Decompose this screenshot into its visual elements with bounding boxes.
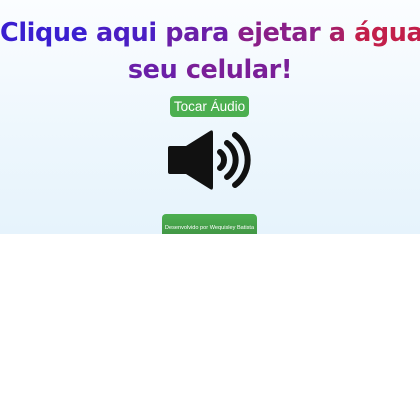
speaker-body [168, 130, 213, 190]
credit-text: Desenvolvido por Wequisley Batista [164, 225, 255, 231]
headline-word: aqui [95, 18, 157, 48]
speaker-volume-icon-graphic [168, 130, 251, 190]
headline-word: celular! [185, 55, 293, 85]
speaker-volume-icon[interactable] [166, 128, 254, 192]
headline-word: a [328, 18, 346, 48]
headline-word: Clique [0, 18, 88, 48]
page-headline: Clique aqui para ejetar a água do seu ce… [0, 15, 420, 89]
headline-word: para [165, 18, 229, 48]
credit-badge: Desenvolvido por Wequisley Batista [162, 214, 257, 234]
headline-word: água [354, 18, 420, 48]
headline-line-2: seu celular! [0, 52, 420, 89]
sound-wave-medium [224, 140, 239, 180]
play-audio-button[interactable]: Tocar Áudio [170, 96, 249, 117]
sound-wave-small [217, 149, 227, 171]
headline-word: seu [127, 55, 178, 85]
page-viewport: Clique aqui para ejetar a água do seu ce… [0, 0, 420, 234]
headline-word: ejetar [237, 18, 321, 48]
headline-line-1: Clique aqui para ejetar a água do [0, 18, 420, 48]
